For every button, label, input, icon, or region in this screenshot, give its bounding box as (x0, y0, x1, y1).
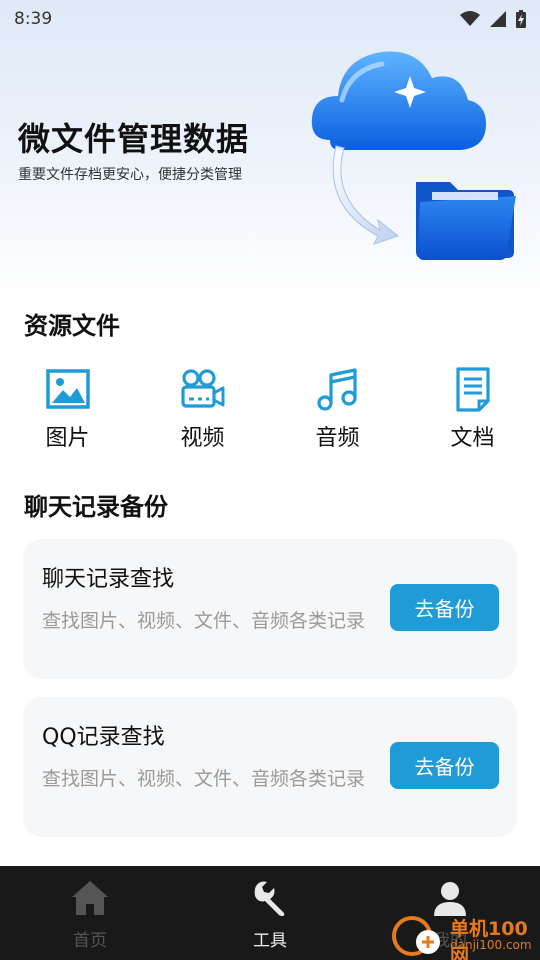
tab-home[interactable]: 首页 (0, 866, 180, 960)
watermark-url: danji100.com (450, 938, 532, 952)
cloud-icon (311, 51, 486, 150)
status-icons (460, 10, 526, 28)
resource-item-videos[interactable]: 视频 (135, 366, 270, 466)
backup-section-title: 聊天记录备份 (24, 493, 168, 521)
resource-item-images[interactable]: 图片 (0, 366, 135, 466)
tab-tools[interactable]: 工具 (180, 866, 360, 960)
home-icon (72, 881, 108, 915)
wrench-icon (254, 881, 285, 916)
document-icon (455, 367, 490, 412)
folder-icon (416, 182, 516, 260)
tab-label: 工具 (253, 931, 287, 951)
backup-card-qq: QQ记录查找 查找图片、视频、文件、音频各类记录 去备份 (23, 697, 517, 837)
card-description: 查找图片、视频、文件、音频各类记录 (42, 610, 366, 632)
tab-label: 首页 (73, 931, 107, 951)
hero-title: 微文件管理数据 (18, 120, 250, 158)
card-description: 查找图片、视频、文件、音频各类记录 (42, 768, 366, 790)
watermark: 单机100网 danji100.com (388, 912, 540, 960)
resource-label: 图片 (45, 426, 90, 451)
watermark-text: 单机100网 (450, 918, 528, 960)
resources-section-title: 资源文件 (24, 312, 120, 340)
backup-button[interactable]: 去备份 (390, 584, 499, 631)
hero-banner: 8:39 微文件管理数据 重要文件存档更安心，便捷分类管理 (0, 0, 540, 300)
resource-grid: 图片 视频 音频 文档 (0, 366, 540, 466)
card-title: 聊天记录查找 (42, 567, 175, 592)
curved-arrow-icon (332, 145, 400, 245)
resource-item-audio[interactable]: 音频 (270, 366, 405, 466)
resource-label: 文档 (450, 426, 495, 451)
image-icon (45, 369, 90, 409)
music-note-icon (316, 368, 357, 411)
status-time: 8:39 (14, 9, 53, 29)
cloud-folder-illustration (311, 51, 516, 260)
resource-label: 视频 (180, 426, 225, 451)
video-camera-icon (180, 369, 224, 408)
backup-card-chat: 聊天记录查找 查找图片、视频、文件、音频各类记录 去备份 (23, 539, 517, 679)
wifi-icon (460, 11, 480, 26)
backup-button[interactable]: 去备份 (390, 742, 499, 789)
cellular-signal-icon (490, 11, 506, 27)
battery-icon (516, 10, 526, 28)
watermark-logo-icon (392, 916, 440, 956)
hero-subtitle: 重要文件存档更安心，便捷分类管理 (18, 167, 242, 183)
resource-item-documents[interactable]: 文档 (405, 366, 540, 466)
resource-label: 音频 (315, 426, 360, 451)
card-title: QQ记录查找 (42, 725, 165, 750)
